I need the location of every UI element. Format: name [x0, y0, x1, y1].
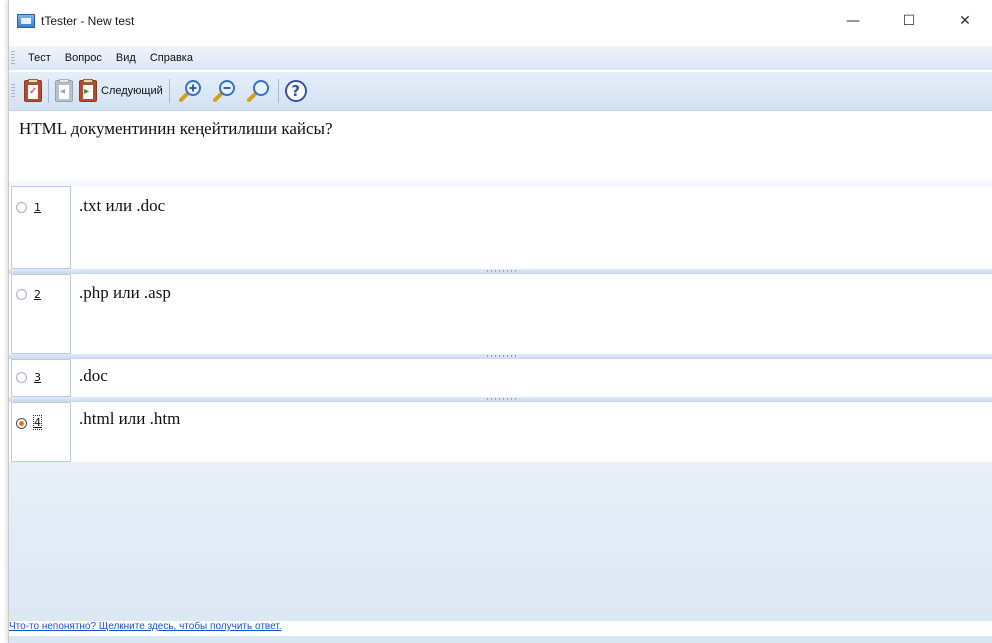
toolbar-separator: [48, 79, 49, 103]
answer-number-cell[interactable]: 2: [11, 274, 71, 354]
answer-text: .html или .htm: [79, 409, 181, 428]
next-question-label: Следующий: [101, 85, 163, 97]
status-bar: [9, 636, 992, 643]
zoom-out-button[interactable]: [207, 76, 241, 106]
answer-number: 1: [34, 201, 41, 214]
answer-text: .php или .asp: [79, 283, 171, 302]
close-button[interactable]: ✕: [937, 0, 992, 42]
clipboard-previous-icon: ◂: [55, 79, 73, 102]
clipboard-next-icon: ▸: [79, 79, 97, 102]
help-question-icon: ?: [284, 80, 307, 102]
question-text: HTML документинин кеңейтилиши кайсы?: [19, 119, 333, 138]
menu-bar: Тест Вопрос Вид Справка: [9, 46, 992, 70]
answer-option-2[interactable]: 2 .php или .asp: [9, 274, 992, 354]
title-bar[interactable]: tTester - New test — ☐ ✕: [9, 0, 992, 42]
answer-option-1[interactable]: 1 .txt или .doc: [9, 186, 992, 269]
window-controls: — ☐ ✕: [825, 0, 992, 42]
zoom-in-button[interactable]: [173, 76, 207, 106]
menu-question[interactable]: Вопрос: [58, 52, 109, 64]
answer-text: .doc: [79, 366, 108, 385]
answer-option-3[interactable]: 3 .doc: [9, 359, 992, 397]
toolbar-grip-icon[interactable]: [11, 84, 15, 98]
help-button[interactable]: ?: [282, 76, 310, 106]
check-answer-button[interactable]: ✓: [21, 76, 45, 106]
zoom-out-icon: [212, 80, 235, 102]
answer-text: .txt или .doc: [79, 196, 166, 215]
app-icon: [17, 14, 35, 28]
menu-help[interactable]: Справка: [143, 52, 200, 64]
answer-option-4[interactable]: 4 .html или .htm: [9, 402, 992, 462]
help-link[interactable]: Что-то непонятно? Щелкните здесь, чтобы …: [9, 621, 282, 632]
clipboard-check-icon: ✓: [24, 79, 42, 102]
next-question-button[interactable]: ▸ Следующий: [76, 76, 166, 106]
answer-number: 4: [33, 415, 42, 430]
toolbar: ✓ ◂ ▸ Следующий ?: [9, 72, 992, 111]
menu-test[interactable]: Тест: [21, 52, 58, 64]
window-title: tTester - New test: [41, 14, 135, 28]
toolbar-separator: [277, 79, 279, 103]
answer-number-cell[interactable]: 4: [11, 402, 71, 462]
maximize-button[interactable]: ☐: [881, 0, 937, 42]
answer-radio-1[interactable]: [16, 202, 27, 213]
zoom-reset-button[interactable]: [241, 76, 275, 106]
zoom-in-icon: [178, 80, 201, 102]
zoom-reset-icon: [246, 80, 269, 102]
answer-number-cell[interactable]: 3: [11, 359, 71, 397]
previous-question-button[interactable]: ◂: [52, 76, 76, 106]
app-window: tTester - New test — ☐ ✕ Тест Вопрос Вид…: [8, 0, 992, 643]
menu-view[interactable]: Вид: [109, 52, 143, 64]
answer-number-cell[interactable]: 1: [11, 186, 71, 269]
question-panel: HTML документинин кеңейтилиши кайсы?: [9, 111, 992, 181]
answer-number: 3: [34, 371, 41, 384]
answer-radio-3[interactable]: [16, 372, 27, 383]
answer-number: 2: [34, 288, 41, 301]
toolbar-separator: [168, 79, 170, 103]
answer-radio-4-selected[interactable]: [16, 418, 27, 429]
answer-radio-2[interactable]: [16, 289, 27, 300]
menu-grip-icon[interactable]: [11, 51, 15, 65]
minimize-button[interactable]: —: [825, 0, 881, 42]
